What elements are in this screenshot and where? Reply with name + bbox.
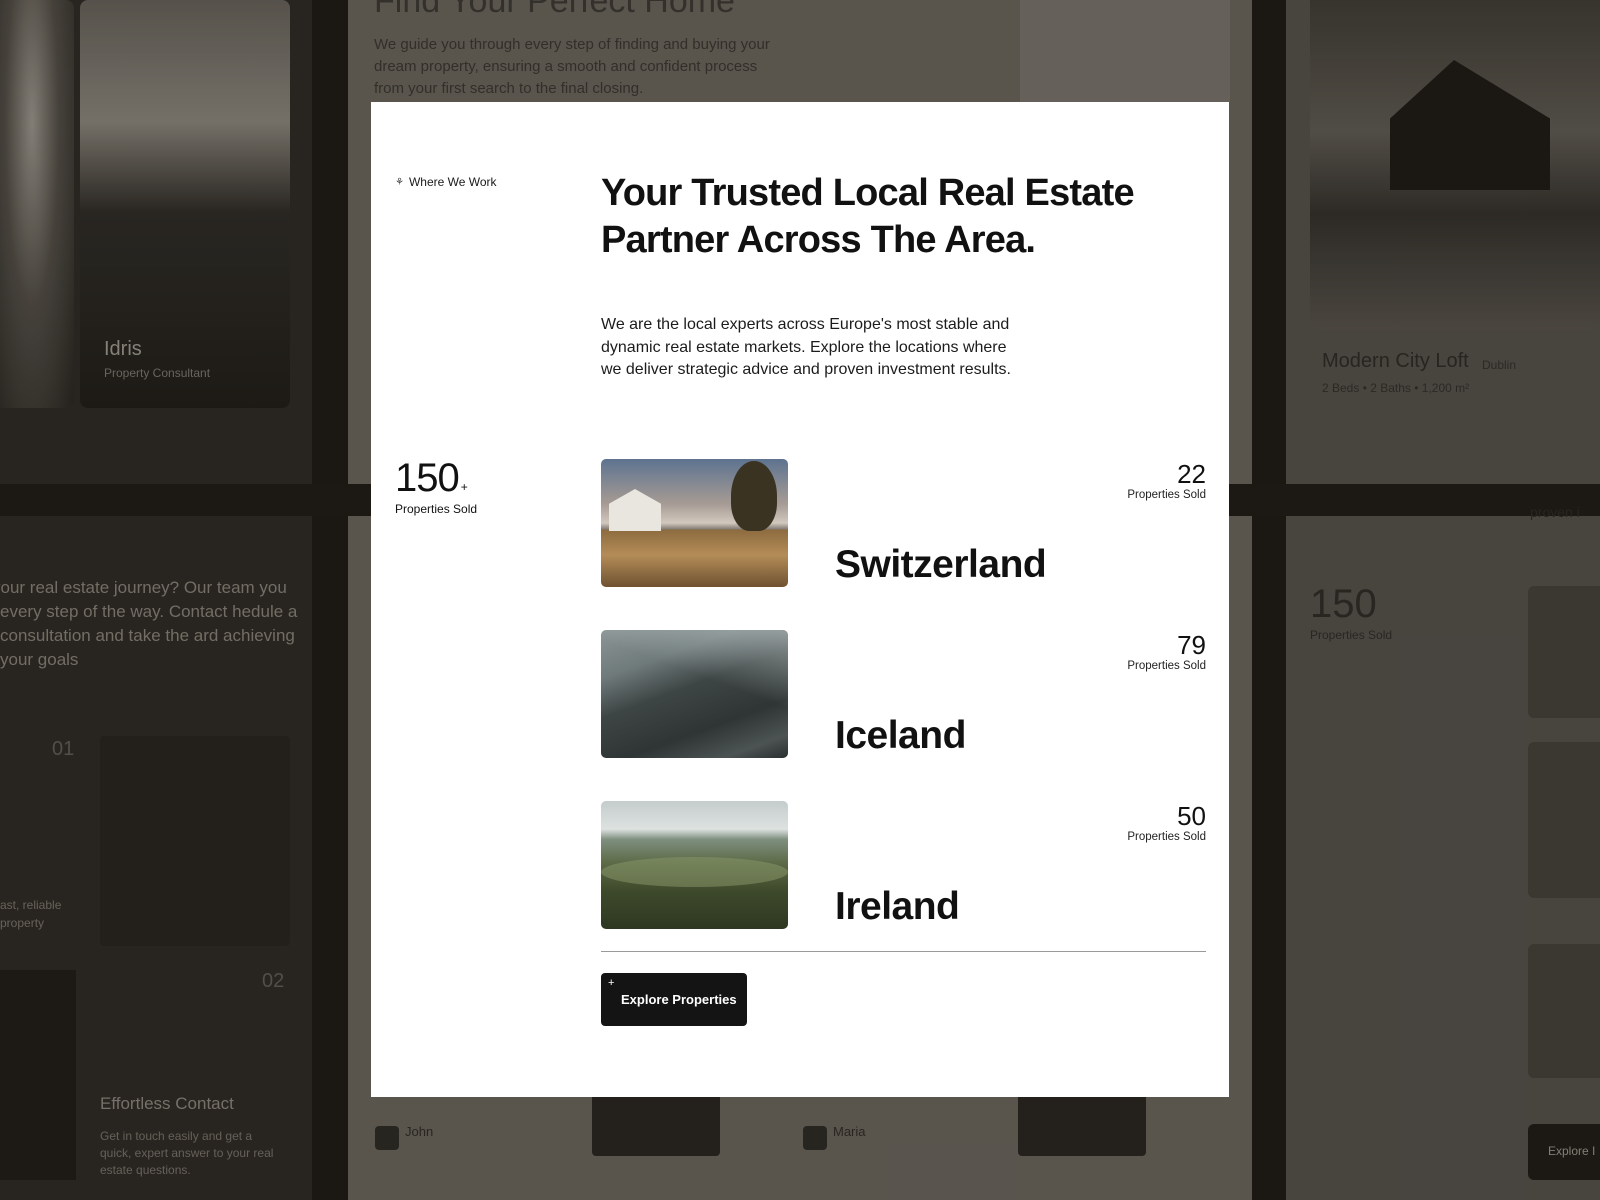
- avatar: [375, 1126, 399, 1150]
- total-label: Properties Sold: [395, 502, 478, 516]
- step-number: 01: [52, 738, 75, 760]
- location-count: 50 Properties Sold: [1127, 802, 1206, 843]
- bg-proven-text: proven i: [1530, 504, 1580, 520]
- bg-contact-desc: Get in touch easily and get a quick, exp…: [100, 1129, 274, 1177]
- location-count-number: 79: [1177, 630, 1206, 660]
- bg-forest-image: [0, 970, 76, 1180]
- bg-gutter: [312, 0, 348, 1200]
- bg-thumbnail: [1528, 586, 1600, 718]
- team-member-name: Idris: [104, 338, 142, 360]
- section-title: Your Trusted Local Real Estate Partner A…: [601, 172, 1135, 261]
- bg-heading: Find Your Perfect Home: [374, 0, 735, 20]
- bg-stat-label: Properties Sold: [1310, 628, 1393, 642]
- plus-icon: +: [460, 480, 468, 494]
- bg-image: [1020, 0, 1230, 102]
- location-count: 22 Properties Sold: [1127, 460, 1206, 501]
- listing-meta: 2 Beds • 2 Baths • 1,200 m²: [1322, 381, 1470, 395]
- bg-thumbnail: [1528, 944, 1600, 1078]
- location-item-switzerland[interactable]: 22 Properties Sold Switzerland: [601, 459, 1206, 587]
- location-photo: [601, 801, 788, 929]
- where-we-work-panel: ⚘ Where We Work Your Trusted Local Real …: [371, 102, 1229, 1097]
- listing-title: Modern City Loft: [1322, 350, 1469, 372]
- step-number: 02: [262, 970, 285, 992]
- location-photo: [601, 630, 788, 758]
- bg-explore-button: Explore I: [1528, 1124, 1600, 1180]
- location-count: 79 Properties Sold: [1127, 631, 1206, 672]
- location-count-label: Properties Sold: [1127, 489, 1206, 501]
- location-count-label: Properties Sold: [1127, 660, 1206, 672]
- listing-city: Dublin: [1482, 358, 1517, 372]
- bg-intro: We guide you through every step of findi…: [374, 36, 770, 97]
- section-eyebrow: ⚘ Where We Work: [395, 175, 497, 189]
- bg-card-image: [100, 736, 290, 946]
- bg-testimonial-image: [592, 1092, 720, 1156]
- location-name: Switzerland: [835, 543, 1047, 586]
- location-photo: [601, 459, 788, 587]
- bg-thumbnail: [1528, 742, 1600, 898]
- bg-testimonial-image: [1018, 1092, 1146, 1156]
- plus-icon: +: [608, 977, 615, 989]
- team-portrait: [0, 0, 74, 408]
- leaf-icon: ⚘: [395, 176, 404, 188]
- bg-stat-number: 150: [1310, 582, 1377, 626]
- location-name: Ireland: [835, 885, 960, 928]
- team-member-role: Property Consultant: [104, 366, 211, 380]
- bg-contact-title: Effortless Contact: [100, 1094, 234, 1113]
- location-count-label: Properties Sold: [1127, 831, 1206, 843]
- location-count-number: 22: [1177, 459, 1206, 489]
- bg-contact-text: your real estate journey? Our team you e…: [0, 578, 298, 669]
- total-properties-stat: 150 + Properties Sold: [395, 456, 477, 516]
- avatar: [803, 1126, 827, 1150]
- location-item-ireland[interactable]: 50 Properties Sold Ireland: [601, 801, 1206, 929]
- testimonial-name: John: [405, 1124, 434, 1139]
- eyebrow-label: Where We Work: [408, 175, 497, 189]
- bg-small-text: ast, reliable property: [0, 898, 62, 930]
- bg-gutter: [1252, 0, 1286, 1200]
- location-count-number: 50: [1177, 801, 1206, 831]
- total-number: 150: [395, 456, 460, 500]
- section-description: We are the local experts across Europe's…: [601, 316, 1011, 378]
- location-item-iceland[interactable]: 79 Properties Sold Iceland: [601, 630, 1206, 758]
- location-list: 22 Properties Sold Switzerland 79 Proper…: [601, 459, 1206, 972]
- testimonial-name: Maria: [833, 1124, 866, 1139]
- button-label: Explore Properties: [621, 992, 737, 1007]
- location-name: Iceland: [835, 714, 966, 757]
- divider: [601, 951, 1206, 952]
- explore-properties-button[interactable]: + Explore Properties: [601, 973, 747, 1026]
